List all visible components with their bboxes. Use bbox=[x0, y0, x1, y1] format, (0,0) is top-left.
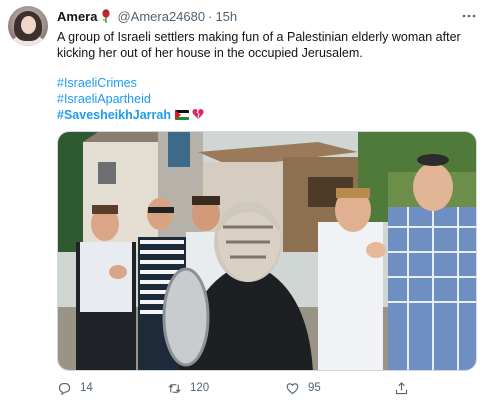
share-icon bbox=[395, 381, 408, 394]
tweet-text: A group of Israeli settlers making fun o… bbox=[57, 30, 461, 60]
hashtag-link[interactable]: #SavesheikhJarrah bbox=[57, 107, 171, 123]
hashtag-line: #SavesheikhJarrah bbox=[57, 107, 204, 123]
tweet-card[interactable]: Amera @Amera24680 · 15h A group of Israe… bbox=[0, 0, 487, 402]
retweet-button[interactable]: 120 bbox=[167, 378, 209, 398]
separator-dot: · bbox=[208, 8, 213, 24]
tweet-timestamp[interactable]: 15h bbox=[215, 9, 237, 24]
tweet-photo[interactable] bbox=[57, 131, 477, 371]
heart-icon bbox=[286, 382, 299, 394]
reply-count: 14 bbox=[80, 382, 93, 394]
hashtag-link[interactable]: #IsraeliApartheid bbox=[57, 91, 151, 107]
palestine-flag-icon bbox=[174, 110, 189, 120]
retweet-count: 120 bbox=[190, 382, 210, 394]
like-count: 95 bbox=[308, 382, 321, 394]
like-button[interactable]: 95 bbox=[285, 378, 321, 398]
reply-icon bbox=[58, 382, 71, 395]
retweet-icon bbox=[168, 383, 181, 393]
hashtag-link[interactable]: #IsraeliCrimes bbox=[57, 75, 137, 91]
broken-heart-icon bbox=[192, 108, 204, 122]
author-name[interactable]: Amera bbox=[57, 9, 97, 24]
reply-button[interactable]: 14 bbox=[57, 378, 93, 398]
rose-icon bbox=[101, 9, 111, 23]
author-handle[interactable]: @Amera24680 bbox=[117, 9, 205, 24]
tweet-actions: 14 120 95 bbox=[57, 378, 477, 398]
more-options-icon[interactable] bbox=[461, 8, 477, 24]
avatar[interactable] bbox=[8, 6, 48, 46]
share-button[interactable] bbox=[394, 378, 417, 398]
avatar-face bbox=[21, 16, 36, 34]
photo-scene bbox=[58, 132, 476, 370]
tweet-header: Amera @Amera24680 · 15h bbox=[57, 6, 237, 26]
